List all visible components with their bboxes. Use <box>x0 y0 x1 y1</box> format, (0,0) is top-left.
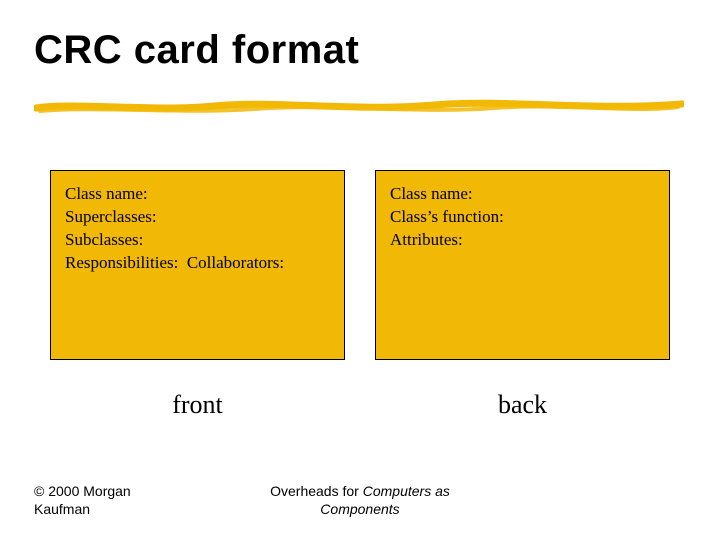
crc-card-front: Class name: Superclasses: Subclasses: Re… <box>50 170 345 360</box>
crc-card-back: Class name: Class’s function: Attributes… <box>375 170 670 360</box>
title-underline-brush <box>34 98 684 116</box>
footer-center-prefix: Overheads for <box>270 483 363 499</box>
back-label: back <box>375 390 670 420</box>
front-class-name-label: Class name: <box>65 183 330 206</box>
front-label: front <box>50 390 345 420</box>
card-labels-row: front back <box>50 390 670 420</box>
slide-footer: © 2000 Morgan Kaufman Overheads for Comp… <box>34 482 686 518</box>
back-attributes-label: Attributes: <box>390 229 655 252</box>
footer-center-italic2: Components <box>320 501 399 517</box>
slide-title: CRC card format <box>0 0 720 73</box>
front-subclasses-label: Subclasses: <box>65 229 330 252</box>
back-class-name-label: Class name: <box>390 183 655 206</box>
footer-center-italic1: Computers as <box>363 483 450 499</box>
copyright-line2: Kaufman <box>34 501 90 517</box>
copyright-line1: © 2000 Morgan <box>34 483 131 499</box>
back-function-label: Class’s function: <box>390 206 655 229</box>
front-superclasses-label: Superclasses: <box>65 206 330 229</box>
footer-center: Overheads for Computers as Components <box>214 482 506 518</box>
footer-copyright: © 2000 Morgan Kaufman <box>34 482 214 518</box>
cards-container: Class name: Superclasses: Subclasses: Re… <box>50 170 670 360</box>
front-responsibilities-collaborators-label: Responsibilities: Collaborators: <box>65 252 330 275</box>
